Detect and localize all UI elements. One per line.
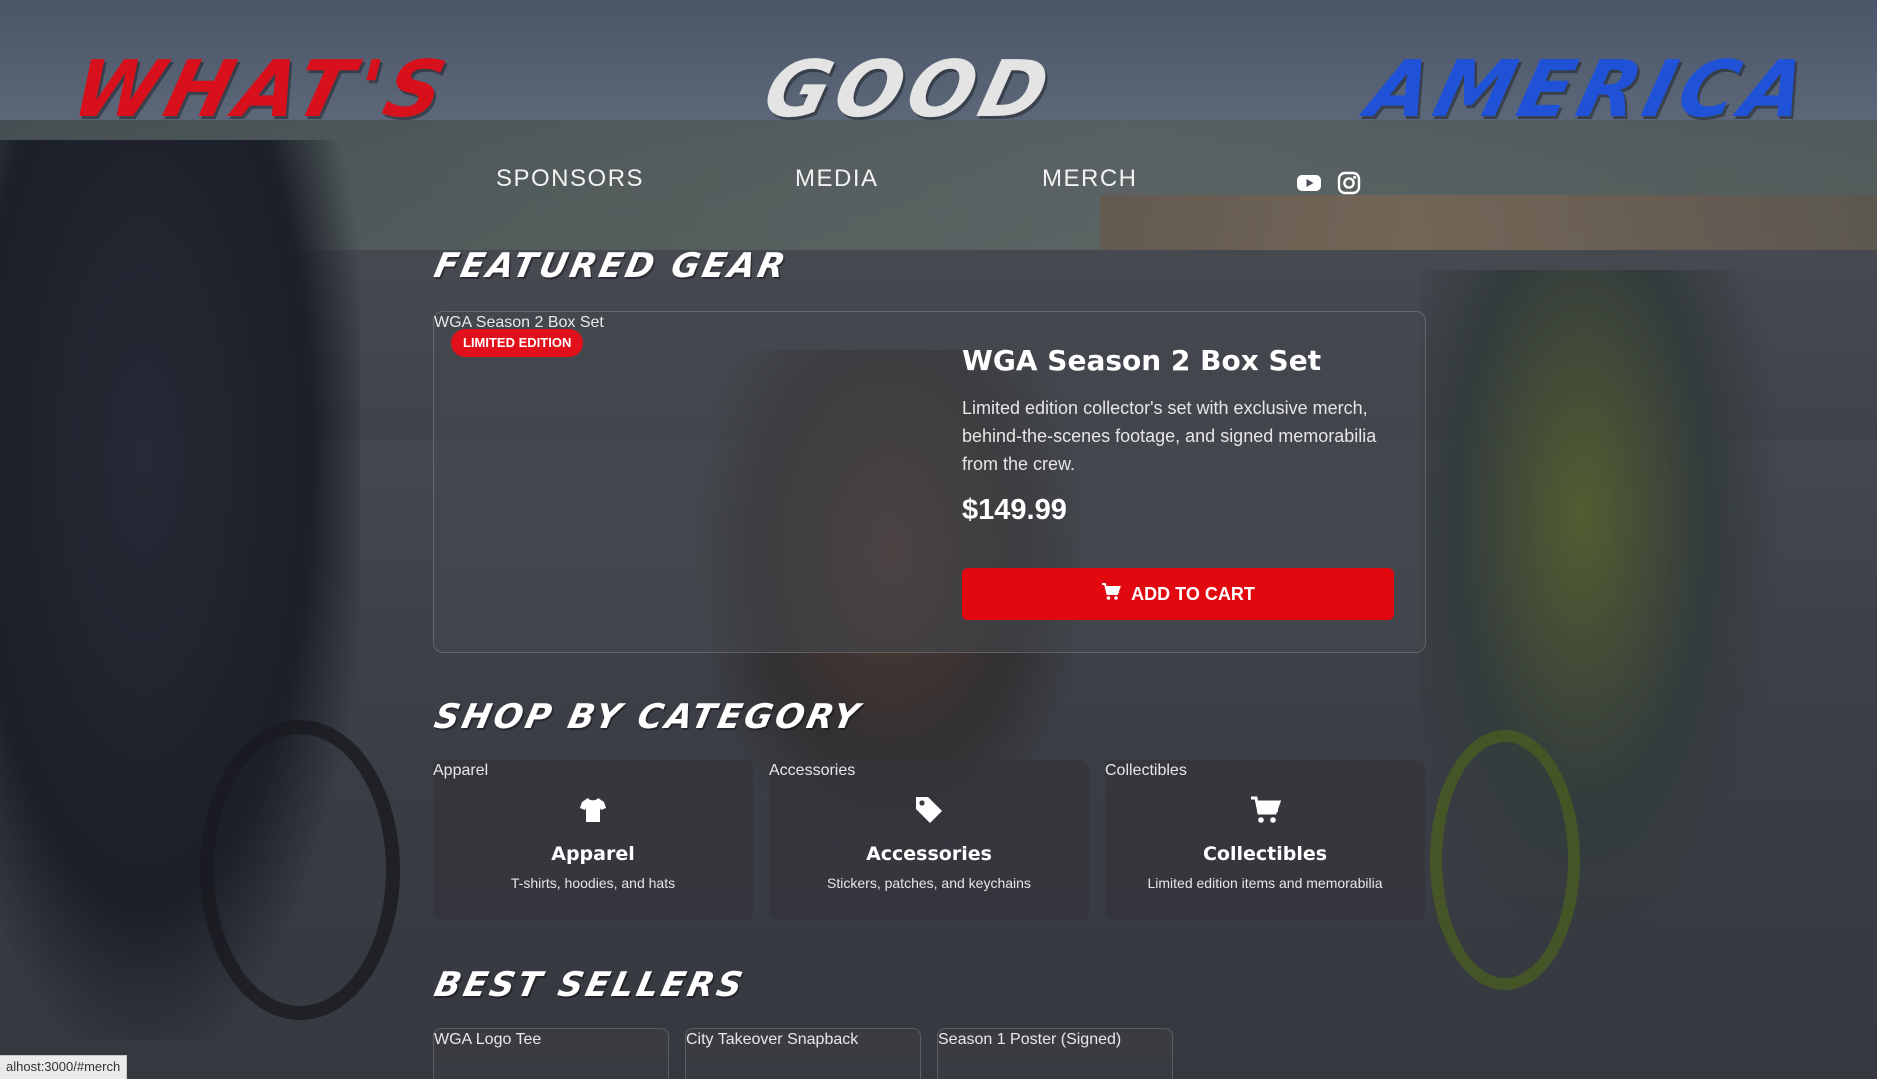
product-image: City Takeover Snapback xyxy=(686,1031,859,1048)
category-image: Accessories xyxy=(769,762,856,779)
logo-word-good: GOOD xyxy=(755,45,1064,135)
site-logo[interactable]: WHAT'S GOOD AMERICA xyxy=(63,40,1823,140)
product-image: Season 1 Poster (Signed) xyxy=(938,1031,1122,1048)
add-to-cart-button[interactable]: ADD TO CART xyxy=(962,568,1394,620)
nav-item-media[interactable]: MEDIA xyxy=(795,165,879,193)
nav-item-sponsors[interactable]: SPONSORS xyxy=(496,165,644,193)
tag-icon xyxy=(913,794,945,826)
best-sellers-heading: BEST SELLERS xyxy=(430,965,749,1005)
instagram-icon[interactable] xyxy=(1336,170,1362,196)
featured-product-title: WGA Season 2 Box Set xyxy=(962,344,1322,377)
category-name: Apparel xyxy=(551,843,635,865)
add-to-cart-label: ADD TO CART xyxy=(1131,583,1255,604)
featured-gear-heading: FEATURED GEAR xyxy=(430,246,792,286)
logo-word-america: AMERICA xyxy=(1358,45,1822,135)
product-image: WGA Logo Tee xyxy=(434,1031,542,1048)
category-description: Stickers, patches, and keychains xyxy=(827,875,1031,891)
featured-product-card: WGA Season 2 Box Set LIMITED EDITION WGA… xyxy=(433,311,1426,653)
tshirt-icon xyxy=(577,794,609,826)
logo-word-whats: WHAT'S xyxy=(63,45,460,135)
nav-item-merch[interactable]: MERCH xyxy=(1042,165,1138,193)
category-name: Accessories xyxy=(866,843,992,865)
product-card-season-1-poster[interactable]: Season 1 Poster (Signed) xyxy=(937,1028,1173,1079)
featured-product-price: $149.99 xyxy=(962,494,1067,526)
link-status-bar: alhost:3000/#merch xyxy=(0,1055,128,1079)
category-card-apparel[interactable]: Apparel Apparel T-shirts, hoodies, and h… xyxy=(433,760,753,920)
youtube-icon[interactable] xyxy=(1296,170,1322,196)
category-name: Collectibles xyxy=(1202,843,1328,865)
limited-edition-badge: LIMITED EDITION xyxy=(451,329,584,357)
category-image: Apparel xyxy=(433,762,489,779)
cart-icon xyxy=(1249,794,1282,826)
category-card-collectibles[interactable]: Collectibles Collectibles Limited editio… xyxy=(1105,760,1425,920)
category-image: Collectibles xyxy=(1105,762,1187,779)
product-card-wga-logo-tee[interactable]: WGA Logo Tee xyxy=(433,1028,669,1079)
shop-by-category-heading: SHOP BY CATEGORY xyxy=(430,697,866,737)
cart-icon xyxy=(1101,582,1122,606)
main-nav: SPONSORS MEDIA MERCH xyxy=(0,165,1877,205)
product-card-city-takeover-snapback[interactable]: City Takeover Snapback xyxy=(685,1028,921,1079)
featured-product-description: Limited edition collector's set with exc… xyxy=(962,398,1377,474)
category-description: Limited edition items and memorabilia xyxy=(1147,875,1383,891)
category-card-accessories[interactable]: Accessories Accessories Stickers, patche… xyxy=(769,760,1089,920)
category-description: T-shirts, hoodies, and hats xyxy=(510,875,676,891)
